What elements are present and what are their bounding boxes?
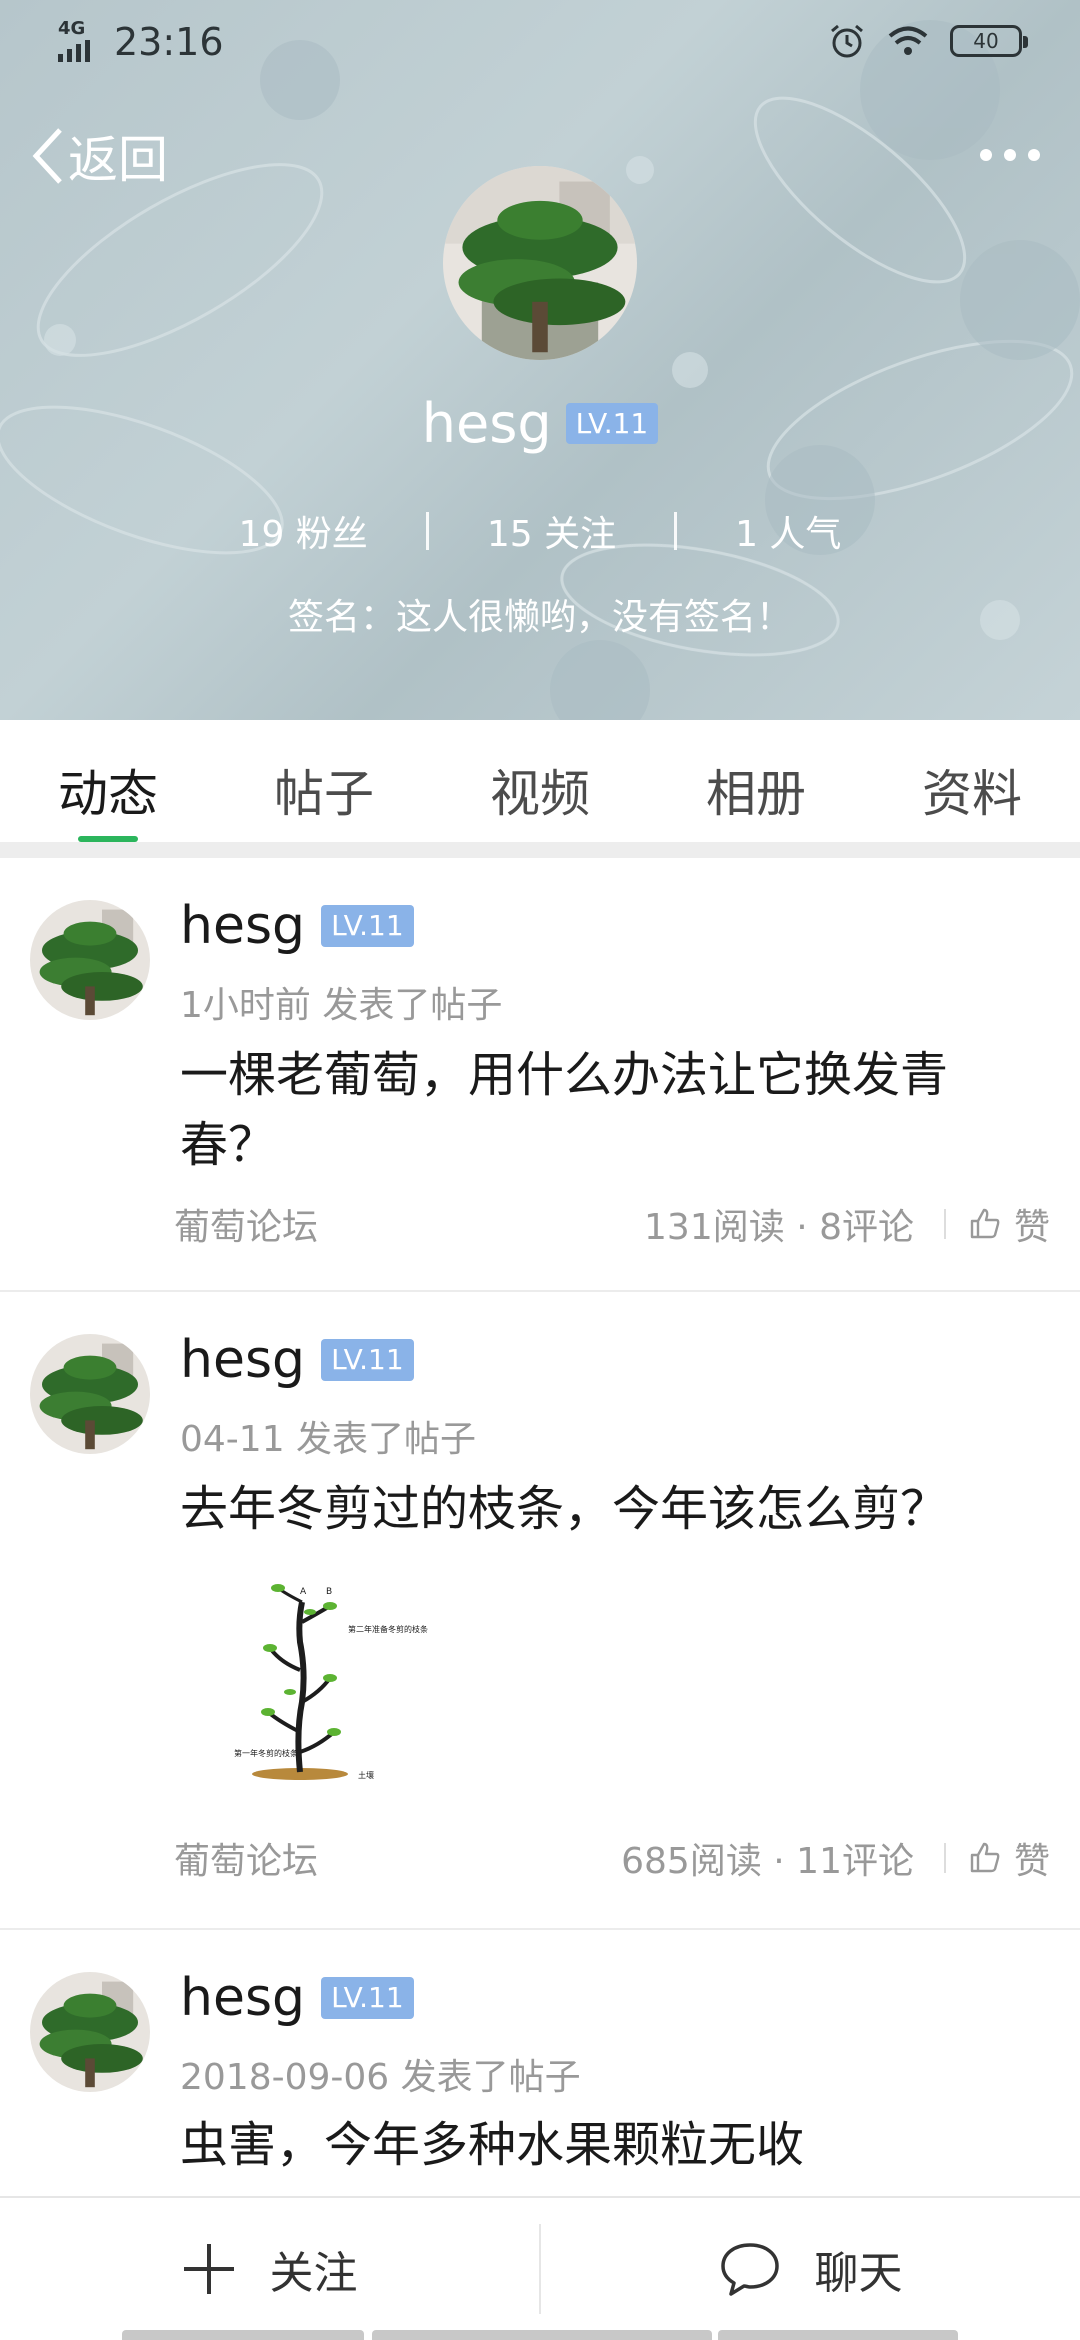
tab-album[interactable]: 相册 (648, 720, 864, 842)
post-author-row: hesg LV.11 (180, 1968, 414, 2028)
chevron-left-icon (32, 128, 62, 184)
profile-avatar[interactable] (443, 166, 637, 360)
level-badge: LV.11 (321, 1977, 414, 2019)
post-meta: 2018-09-06 发表了帖子 (180, 2057, 581, 2098)
tab-posts[interactable]: 帖子 (216, 720, 432, 842)
following-count[interactable]: 15 关注 (429, 505, 674, 557)
chat-button[interactable]: 聊天 (541, 2198, 1080, 2340)
post-meta: 04-11 发表了帖子 (180, 1419, 477, 1460)
gesture-bar-segment (718, 2330, 958, 2340)
feed-post[interactable]: hesg LV.11 1小时前 发表了帖子 一棵老葡萄，用什么办法让它换发青春？… (0, 858, 1080, 1292)
post-meta: 1小时前 发表了帖子 (180, 985, 503, 1026)
chat-bubble-icon (720, 2243, 779, 2296)
more-dot-icon (980, 149, 992, 161)
gesture-bar-segment (122, 2330, 364, 2340)
diagram-note-ground: 土壤 (358, 1770, 374, 1780)
more-options-button[interactable] (980, 140, 1040, 170)
post-title[interactable]: 虫害，今年多种水果颗粒无收 (180, 2110, 1040, 2180)
status-bar: 4G 23:16 40 (0, 0, 1080, 84)
post-author-avatar[interactable] (30, 1334, 150, 1454)
footer-divider (943, 1843, 946, 1873)
follow-label: 关注 (269, 2248, 358, 2299)
post-author-avatar[interactable] (30, 900, 150, 1020)
stat-divider (674, 512, 678, 550)
back-label: 返回 (68, 131, 168, 189)
more-dot-icon (1028, 149, 1040, 161)
bottom-action-bar: 关注 聊天 (0, 2196, 1080, 2340)
stat-divider (425, 512, 429, 550)
thumbs-up-icon (970, 1842, 1000, 1873)
popularity-count: 1 人气 (735, 514, 842, 555)
like-label: 赞 (1013, 1841, 1050, 1882)
post-author-name[interactable]: hesg (180, 896, 305, 956)
feed-post[interactable]: hesg LV.11 04-11 发表了帖子 去年冬剪过的枝条，今年该怎么剪？ (0, 1292, 1080, 1930)
post-footer: 葡萄论坛 131阅读 · 8评论 赞 (174, 1198, 1050, 1250)
bonsai-tree-avatar-image (30, 1334, 150, 1454)
more-dot-icon (1004, 149, 1016, 161)
post-forum-link[interactable]: 葡萄论坛 (174, 1832, 621, 1884)
followers-count[interactable]: 19 粉丝 (181, 505, 426, 557)
post-title[interactable]: 去年冬剪过的枝条，今年该怎么剪？ (180, 1474, 1040, 1544)
network-type: 4G (58, 18, 86, 39)
follow-button[interactable]: 关注 (0, 2198, 539, 2340)
footer-divider (943, 1209, 946, 1239)
post-author-name[interactable]: hesg (180, 1330, 305, 1390)
plus-icon (183, 2244, 234, 2294)
post-author-name[interactable]: hesg (180, 1968, 305, 2028)
bonsai-tree-avatar-image (443, 166, 637, 360)
level-badge: LV.11 (321, 1339, 414, 1381)
post-stats: 685阅读 · 11评论 (621, 1841, 914, 1882)
post-author-avatar[interactable] (30, 1972, 150, 2092)
profile-stats: 19 粉丝 15 关注 1 人气 (0, 505, 1080, 557)
profile-header: 4G 23:16 40 返回 hesg LV.11 19 粉丝 15 关注 1 … (0, 0, 1080, 720)
vine-pruning-diagram-image: A B 第二年准备冬剪的枝条 第一年冬剪的枝条 土壤 (230, 1582, 430, 1792)
signal-icon (58, 40, 90, 62)
back-button[interactable]: 返回 (30, 120, 168, 192)
gesture-bar-segment (372, 2330, 712, 2340)
thumbs-up-icon (970, 1208, 1000, 1239)
tab-dynamics[interactable]: 动态 (0, 720, 216, 842)
profile-tabs: 动态 帖子 视频 相册 资料 (0, 720, 1080, 842)
post-author-row: hesg LV.11 (180, 896, 414, 956)
tab-profile-info[interactable]: 资料 (864, 720, 1080, 842)
bonsai-tree-avatar-image (30, 900, 150, 1020)
level-badge: LV.11 (321, 905, 414, 947)
diagram-label-b: B (326, 1587, 332, 1597)
diagram-note-top: 第二年准备冬剪的枝条 (348, 1624, 428, 1634)
post-thumbnail[interactable]: A B 第二年准备冬剪的枝条 第一年冬剪的枝条 土壤 (230, 1582, 430, 1792)
bonsai-tree-avatar-image (30, 1972, 150, 2092)
chat-label: 聊天 (814, 2248, 903, 2299)
level-badge: LV.11 (565, 402, 659, 445)
battery-indicator: 40 (950, 25, 1028, 57)
profile-username: hesg (421, 392, 552, 455)
profile-name-row: hesg LV.11 (0, 392, 1080, 455)
post-title[interactable]: 一棵老葡萄，用什么办法让它换发青春？ (180, 1040, 1040, 1180)
like-button[interactable]: 赞 (968, 1198, 1050, 1250)
post-stats: 131阅读 · 8评论 (644, 1207, 914, 1248)
tab-videos[interactable]: 视频 (432, 720, 648, 842)
post-forum-link[interactable]: 葡萄论坛 (174, 1198, 644, 1250)
wifi-icon (888, 26, 928, 55)
clock: 23:16 (114, 20, 224, 64)
alarm-icon (831, 24, 863, 58)
like-label: 赞 (1013, 1207, 1050, 1248)
diagram-label-a: A (300, 1587, 307, 1597)
like-button[interactable]: 赞 (968, 1832, 1050, 1884)
diagram-note-left: 第一年冬剪的枝条 (234, 1748, 298, 1758)
section-divider (0, 842, 1080, 858)
profile-signature: 签名：这人很懒哟，没有签名！ (287, 597, 792, 638)
post-author-row: hesg LV.11 (180, 1330, 414, 1390)
feed-post[interactable]: hesg LV.11 2018-09-06 发表了帖子 虫害，今年多种水果颗粒无… (0, 1930, 1080, 2196)
post-footer: 葡萄论坛 685阅读 · 11评论 赞 (174, 1832, 1050, 1884)
